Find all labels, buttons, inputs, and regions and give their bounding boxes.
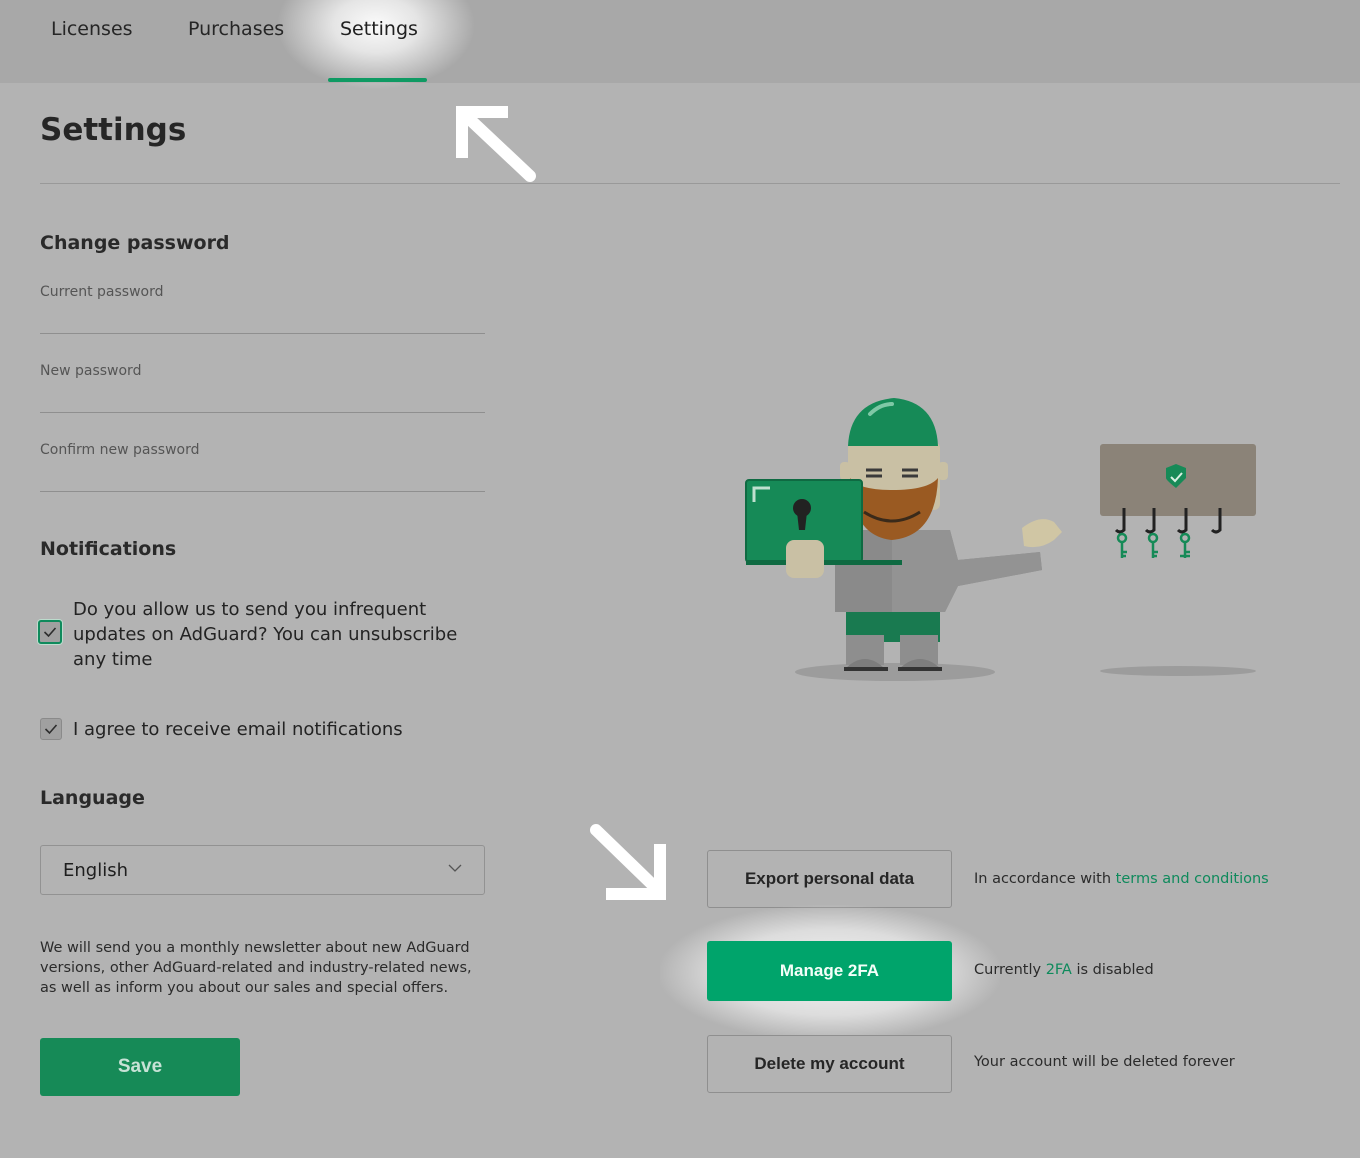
confirm-password-label: Confirm new password xyxy=(40,442,200,458)
delete-account-note: Your account will be deleted forever xyxy=(974,1054,1235,1070)
arrow-down-right-icon xyxy=(590,824,666,900)
export-note: In accordance with terms and conditions xyxy=(974,871,1269,887)
updates-consent-row: Do you allow us to send you infrequent u… xyxy=(38,597,490,672)
terms-and-conditions-link[interactable]: terms and conditions xyxy=(1116,871,1269,887)
email-checkbox[interactable] xyxy=(40,718,62,740)
export-note-text: In accordance with xyxy=(974,871,1116,887)
language-selected-value: English xyxy=(63,859,128,881)
checkmark-icon xyxy=(43,627,57,638)
twofa-status-prefix: Currently xyxy=(974,962,1046,978)
checkmark-icon xyxy=(44,724,58,735)
tab-licenses[interactable]: Licenses xyxy=(51,18,133,48)
current-password-input[interactable] xyxy=(40,307,485,329)
tab-purchases[interactable]: Purchases xyxy=(188,18,284,48)
current-password-label: Current password xyxy=(40,284,164,300)
updates-checkbox[interactable] xyxy=(38,620,62,644)
twofa-status-highlight: 2FA xyxy=(1045,962,1072,978)
new-password-label: New password xyxy=(40,363,142,379)
save-button[interactable]: Save xyxy=(40,1038,240,1096)
notifications-heading: Notifications xyxy=(40,538,177,560)
manage-2fa-button[interactable]: Manage 2FA xyxy=(707,941,952,1001)
email-consent-text: I agree to receive email notifications xyxy=(73,719,403,740)
updates-consent-text: Do you allow us to send you infrequent u… xyxy=(73,599,458,670)
active-tab-indicator xyxy=(328,78,427,82)
new-password-field[interactable]: New password xyxy=(40,363,485,413)
change-password-heading: Change password xyxy=(40,232,230,254)
confirm-password-field[interactable]: Confirm new password xyxy=(40,442,485,492)
language-heading: Language xyxy=(40,787,145,809)
email-consent-row: I agree to receive email notifications xyxy=(40,717,403,742)
twofa-status-note: Currently 2FA is disabled xyxy=(974,962,1154,978)
current-password-field[interactable]: Current password xyxy=(40,284,485,334)
language-select[interactable]: English xyxy=(40,845,485,895)
newsletter-description: We will send you a monthly newsletter ab… xyxy=(40,940,472,996)
title-divider xyxy=(40,183,1340,184)
export-personal-data-button[interactable]: Export personal data xyxy=(707,850,952,908)
confirm-password-input[interactable] xyxy=(40,465,485,487)
top-navigation: Licenses Purchases Settings xyxy=(0,0,1360,90)
tab-settings[interactable]: Settings xyxy=(340,18,418,48)
delete-account-button[interactable]: Delete my account xyxy=(707,1035,952,1093)
twofa-status-suffix: is disabled xyxy=(1071,962,1154,978)
security-illustration xyxy=(745,398,1256,681)
page-title: Settings xyxy=(40,112,187,148)
chevron-down-icon xyxy=(448,864,462,872)
arrow-up-left-icon xyxy=(456,106,536,182)
new-password-input[interactable] xyxy=(40,386,485,408)
